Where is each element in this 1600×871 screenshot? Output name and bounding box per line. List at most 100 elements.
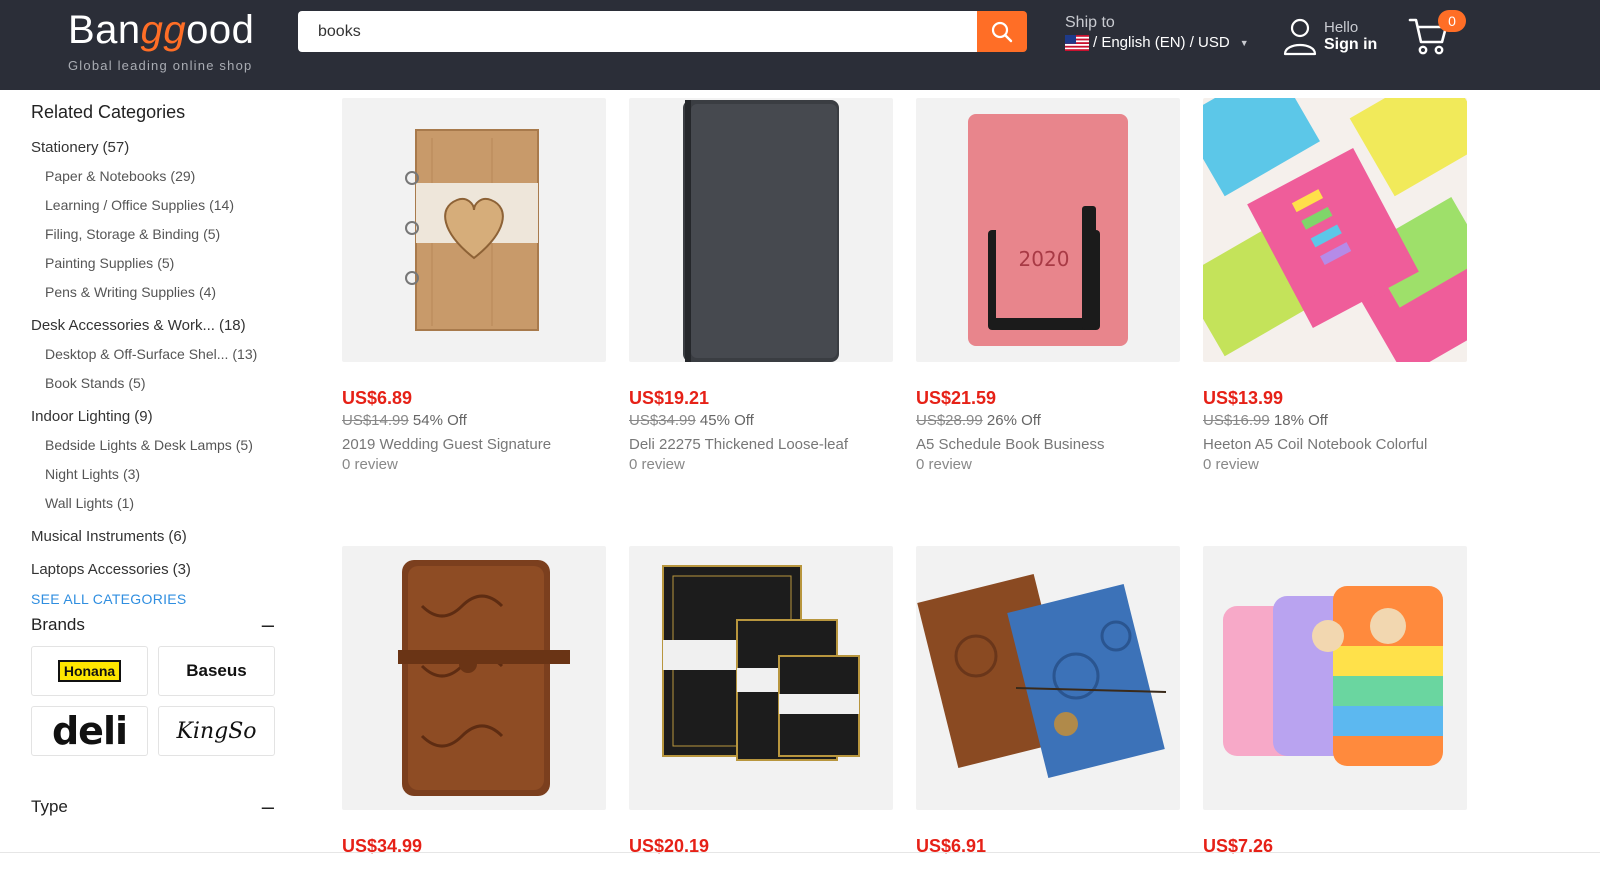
product-image-brown-embossed-leather-journal[interactable] [342,546,606,810]
ship-to-selector[interactable]: Ship to / English (EN) / USD ▼ [1065,14,1249,51]
brands-title: Brands [31,615,85,634]
search-icon [991,21,1013,42]
subcategory-item[interactable]: Bedside Lights & Desk Lamps (5) [31,431,281,460]
product-image-leather-clock-journals[interactable] [916,546,1180,810]
category-name: Musical Instruments [31,528,165,545]
category-name: Filing, Storage & Binding [45,226,200,242]
category-count: (5) [203,226,221,242]
product-review-count[interactable]: 0 review [916,456,1180,473]
category-name: Painting Supplies [45,255,154,271]
product-card[interactable]: US$13.99 US$16.99 18% Off Heeton A5 Coil… [1203,98,1467,473]
category-name: Pens & Writing Supplies [45,284,195,300]
brand-baseus[interactable]: Baseus [158,646,275,696]
hello-label: Hello [1324,19,1359,36]
see-all-categories-link[interactable]: SEE ALL CATEGORIES [31,588,281,610]
subcategory-item[interactable]: Desktop & Off-Surface Shel... (13) [31,340,281,369]
subcategory-item[interactable]: Learning / Office Supplies (14) [31,191,281,220]
cart-button[interactable]: 0 [1408,10,1466,63]
product-image-colorful-coil-notebooks[interactable] [1203,98,1467,362]
category-count: (3) [122,466,141,482]
product-discount: 26% Off [986,412,1041,429]
subcategory-item[interactable]: Filing, Storage & Binding (5) [31,220,281,249]
type-section-header[interactable]: Type – [31,796,274,818]
search-input[interactable] [298,11,977,52]
category-name: Wall Lights [45,495,113,511]
category-item[interactable]: Desk Accessories & Work... (18) [31,311,281,340]
product-image-pop-it-cat-notebooks[interactable] [1203,546,1467,810]
product-card[interactable]: US$20.19 [629,546,893,857]
logo-wordmark: Banggood [68,8,255,52]
site-header: Banggood Global leading online shop Ship… [0,0,1600,90]
product-review-count[interactable]: 0 review [1203,456,1467,473]
category-count: (57) [102,139,130,156]
category-item[interactable]: Indoor Lighting (9) [31,402,281,431]
category-name: Book Stands [45,375,125,391]
signin-link[interactable]: Sign in [1324,36,1377,53]
category-count: (13) [232,346,258,362]
product-image-wooden-heart-notebook[interactable] [342,98,606,362]
chevron-down-icon: ▼ [1239,37,1249,48]
type-title: Type [31,797,68,816]
category-count: (5) [235,437,253,453]
category-item[interactable]: Musical Instruments (6) [31,522,281,551]
category-name: Laptops Accessories [31,561,169,578]
category-name: Learning / Office Supplies [45,197,206,213]
product-card[interactable]: US$19.21 US$34.99 45% Off Deli 22275 Thi… [629,98,893,473]
product-price: US$13.99 [1203,388,1284,408]
collapse-icon[interactable]: – [262,796,274,818]
related-categories-title: Related Categories [31,102,186,122]
product-price: US$6.89 [342,388,413,408]
product-title[interactable]: Deli 22275 Thickened Loose-leaf [629,436,893,453]
category-count: (9) [134,408,153,425]
ship-to-label: Ship to [1065,14,1115,31]
search-bar [298,11,1027,52]
brand-kingso[interactable]: KingSo [158,706,275,756]
category-item[interactable]: Laptops Accessories (3) [31,555,281,584]
category-count: (6) [168,528,187,545]
product-card[interactable]: US$34.99 [342,546,606,857]
subcategory-item[interactable]: Pens & Writing Supplies (4) [31,278,281,307]
brand-deli[interactable]: deli [31,706,148,756]
product-card[interactable]: US$6.89 US$14.99 54% Off 2019 Wedding Gu… [342,98,606,473]
subcategory-item[interactable]: Night Lights (3) [31,460,281,489]
category-item[interactable]: Stationery (57) [31,133,281,162]
product-card[interactable]: US$6.91 [916,546,1180,857]
category-name: Stationery [31,139,99,156]
collapse-icon[interactable]: – [262,614,274,636]
user-icon [1283,18,1317,56]
product-review-count[interactable]: 0 review [342,456,606,473]
account-signin[interactable]: Hello Sign in [1282,16,1377,56]
subcategory-item[interactable]: Book Stands (5) [31,369,281,398]
category-count: (3) [172,561,191,578]
category-count: (29) [170,168,196,184]
baseus-logo: Baseus [186,661,247,680]
product-title[interactable]: 2019 Wedding Guest Signature [342,436,606,453]
product-title[interactable]: Heeton A5 Coil Notebook Colorful [1203,436,1467,453]
deli-logo: deli [51,709,128,753]
product-card[interactable]: 2020 US$21.59 US$28.99 26% Off A5 Schedu… [916,98,1180,473]
product-discount: 54% Off [412,412,467,429]
product-title[interactable]: A5 Schedule Book Business [916,436,1180,453]
category-count: (5) [128,375,146,391]
product-image-black-leather-notebook[interactable] [629,98,893,362]
brand-honana[interactable]: Honana [31,646,148,696]
product-review-count[interactable]: 0 review [629,456,893,473]
locale-label: / English (EN) / USD [1093,34,1230,51]
subcategory-item[interactable]: Painting Supplies (5) [31,249,281,278]
product-image-pink-schedule-book[interactable]: 2020 [916,98,1180,362]
product-card[interactable]: US$7.26 [1203,546,1467,857]
subcategory-item[interactable]: Paper & Notebooks (29) [31,162,281,191]
category-name: Bedside Lights & Desk Lamps [45,437,232,453]
category-count: (5) [157,255,175,271]
category-count: (1) [116,495,135,511]
product-discount: 18% Off [1273,412,1328,429]
search-button[interactable] [977,11,1027,52]
filter-sidebar: Related Categories Stationery (57) Paper &… [31,100,281,610]
brands-section-header[interactable]: Brands – [31,614,274,636]
product-image-black-gold-notebook-set[interactable] [629,546,893,810]
subcategory-item[interactable]: Wall Lights (1) [31,489,281,518]
site-logo[interactable]: Banggood Global leading online shop [68,8,254,73]
category-name: Desktop & Off-Surface Shel... [45,346,229,362]
product-original-price: US$16.99 [1203,412,1270,429]
product-price: US$6.91 [916,836,987,856]
